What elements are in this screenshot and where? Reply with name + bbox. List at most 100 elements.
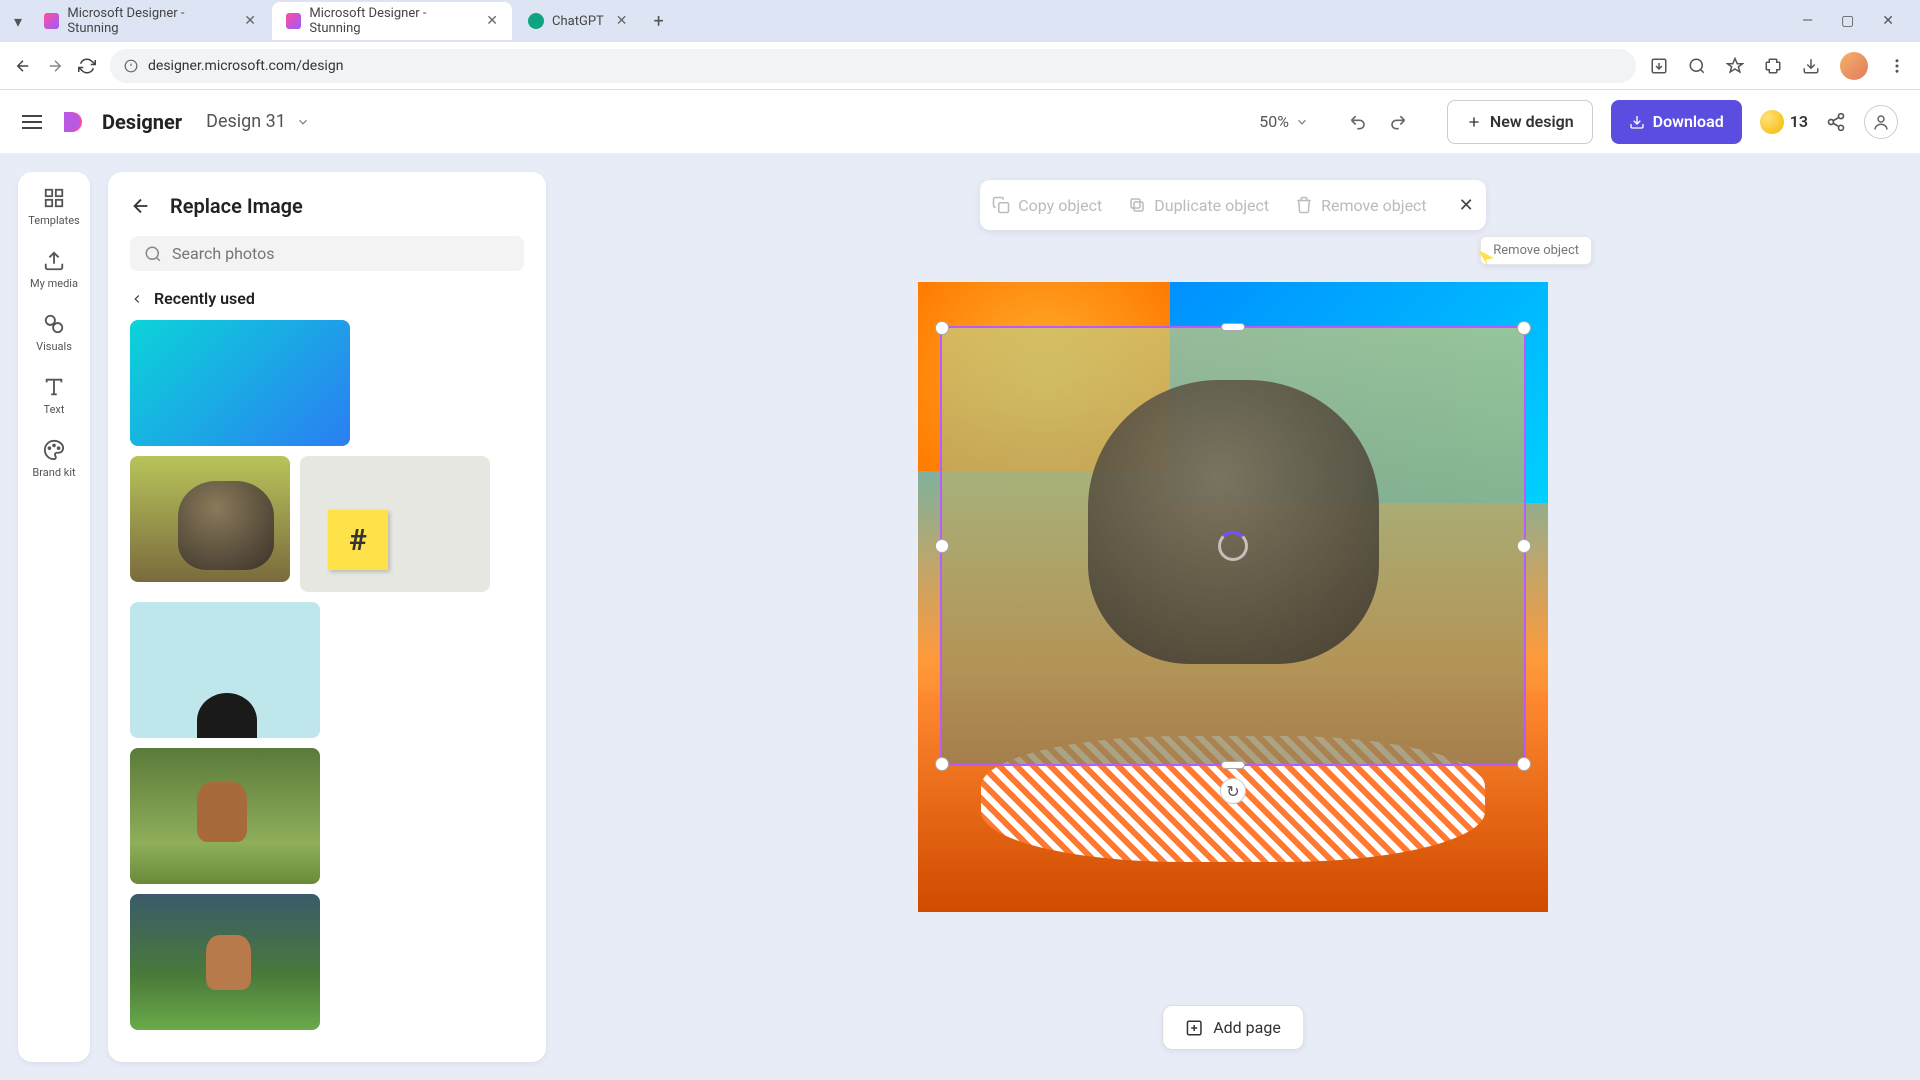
loading-spinner-icon — [1218, 531, 1248, 561]
photo-thumbnail[interactable] — [130, 456, 290, 582]
download-button[interactable]: Download — [1611, 100, 1742, 144]
hamburger-icon[interactable] — [22, 115, 42, 129]
credits-counter[interactable]: 13 — [1760, 110, 1808, 134]
copy-icon — [992, 196, 1010, 214]
palette-icon — [42, 438, 66, 462]
browser-tab[interactable]: Microsoft Designer - Stunning ✕ — [30, 2, 270, 40]
selected-image-object[interactable]: ↻ — [940, 326, 1526, 766]
redo-icon[interactable] — [1387, 112, 1407, 132]
rail-text[interactable]: Text — [42, 375, 66, 416]
back-icon[interactable] — [14, 57, 32, 75]
design-name-dropdown[interactable]: Design 31 — [206, 111, 310, 132]
zoom-value: 50% — [1259, 112, 1289, 131]
rail-label: Templates — [28, 214, 79, 227]
coin-icon — [1760, 110, 1784, 134]
photo-thumbnail[interactable] — [130, 602, 320, 738]
new-design-label: New design — [1490, 112, 1574, 131]
new-design-button[interactable]: New design — [1447, 100, 1593, 144]
zoom-dropdown[interactable]: 50% — [1259, 112, 1309, 131]
browser-tab[interactable]: ChatGPT ✕ — [514, 2, 642, 40]
downloads-icon[interactable] — [1802, 57, 1820, 75]
forward-icon[interactable] — [46, 57, 64, 75]
favicon-icon — [528, 13, 544, 29]
resize-handle[interactable] — [1517, 321, 1531, 335]
recently-used-header[interactable]: Recently used — [130, 289, 524, 308]
close-icon[interactable]: ✕ — [616, 13, 628, 29]
rail-label: Text — [44, 403, 65, 416]
search-photos-input[interactable] — [130, 236, 524, 271]
add-page-button[interactable]: Add page — [1162, 1005, 1304, 1050]
tab-title: Microsoft Designer - Stunning — [67, 6, 232, 36]
design-canvas[interactable]: ↻ — [918, 282, 1548, 912]
resize-handle[interactable] — [1221, 761, 1245, 769]
close-icon[interactable]: ✕ — [1459, 195, 1474, 216]
rotate-handle[interactable]: ↻ — [1220, 778, 1246, 804]
share-icon[interactable] — [1826, 112, 1846, 132]
resize-handle[interactable] — [935, 539, 949, 553]
rail-label: Brand kit — [32, 466, 75, 479]
menu-icon[interactable] — [1888, 57, 1906, 75]
maximize-icon[interactable]: ▢ — [1841, 13, 1854, 29]
close-window-icon[interactable]: ✕ — [1882, 13, 1894, 29]
download-label: Download — [1653, 112, 1724, 131]
chevron-down-icon — [1295, 115, 1309, 129]
extensions-icon[interactable] — [1764, 57, 1782, 75]
tab-title: ChatGPT — [552, 14, 604, 29]
designer-logo-icon[interactable] — [60, 110, 84, 134]
install-icon[interactable] — [1650, 57, 1668, 75]
templates-icon — [42, 186, 66, 210]
resize-handle[interactable] — [1517, 539, 1531, 553]
text-icon — [42, 375, 66, 399]
design-name-label: Design 31 — [206, 111, 286, 132]
back-icon[interactable] — [130, 195, 152, 217]
plus-icon — [1466, 114, 1482, 130]
resize-handle[interactable] — [1517, 757, 1531, 771]
rail-brand-kit[interactable]: Brand kit — [32, 438, 75, 479]
minimize-icon[interactable]: ― — [1802, 13, 1813, 29]
reload-icon[interactable] — [78, 57, 96, 75]
resize-handle[interactable] — [935, 321, 949, 335]
window-controls: ― ▢ ✕ — [1802, 13, 1912, 29]
url-field[interactable]: designer.microsoft.com/design — [110, 49, 1636, 83]
canvas-area[interactable]: Copy object Duplicate object Remove obje… — [564, 172, 1902, 1062]
copy-label: Copy object — [1018, 196, 1102, 215]
duplicate-icon — [1128, 196, 1146, 214]
undo-icon[interactable] — [1349, 112, 1369, 132]
panel-title: Replace Image — [170, 194, 303, 218]
photo-thumbnail[interactable] — [130, 320, 350, 446]
search-input-field[interactable] — [172, 244, 510, 263]
rail-templates[interactable]: Templates — [28, 186, 79, 227]
browser-tab[interactable]: Microsoft Designer - Stunning ✕ — [272, 2, 512, 40]
photo-thumbnail[interactable] — [130, 748, 320, 884]
upload-icon — [42, 249, 66, 273]
resize-handle[interactable] — [935, 757, 949, 771]
duplicate-object-button[interactable]: Duplicate object — [1128, 196, 1269, 215]
download-icon — [1629, 114, 1645, 130]
app-header: Designer Design 31 50% New design Downlo… — [0, 90, 1920, 154]
panel-header: Replace Image — [130, 194, 524, 218]
account-icon[interactable] — [1864, 105, 1898, 139]
trash-icon — [1295, 196, 1313, 214]
tab-menu-icon[interactable]: ▾ — [8, 12, 28, 31]
tab-strip: ▾ Microsoft Designer - Stunning ✕ Micros… — [0, 0, 1920, 42]
photo-thumbnail[interactable] — [130, 894, 320, 1030]
resize-handle[interactable] — [1221, 323, 1245, 331]
profile-avatar[interactable] — [1840, 52, 1868, 80]
remove-object-button[interactable]: Remove object — [1295, 196, 1427, 215]
close-icon[interactable]: ✕ — [244, 13, 256, 29]
app-logo-text[interactable]: Designer — [102, 110, 182, 134]
chevron-down-icon — [296, 115, 310, 129]
workspace: Templates My media Visuals Text Brand ki… — [0, 154, 1920, 1080]
bookmark-icon[interactable] — [1726, 57, 1744, 75]
rail-visuals[interactable]: Visuals — [36, 312, 72, 353]
favicon-icon — [44, 13, 59, 29]
recently-used-label: Recently used — [154, 289, 255, 308]
rail-my-media[interactable]: My media — [30, 249, 78, 290]
thumbnails-grid[interactable] — [130, 320, 524, 1040]
close-icon[interactable]: ✕ — [486, 13, 498, 29]
site-info-icon[interactable] — [124, 59, 138, 73]
photo-thumbnail[interactable] — [300, 456, 490, 592]
copy-object-button[interactable]: Copy object — [992, 196, 1102, 215]
new-tab-button[interactable]: + — [644, 11, 674, 32]
zoom-icon[interactable] — [1688, 57, 1706, 75]
